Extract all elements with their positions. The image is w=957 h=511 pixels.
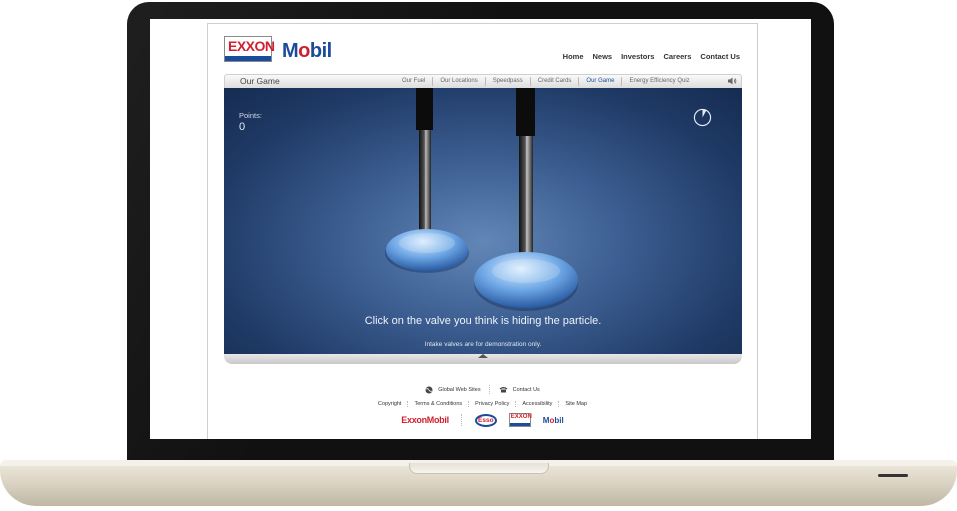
tab-our-game[interactable]: Our Game [578, 77, 621, 86]
top-link-news[interactable]: News [593, 52, 613, 61]
mobil-logo-o: o [298, 40, 310, 62]
top-link-investors[interactable]: Investors [621, 52, 654, 61]
exxon-brand-logo[interactable]: EXXON [508, 413, 532, 427]
exxon-brand-bar [509, 423, 530, 426]
esso-brand-text: Esso [478, 416, 494, 424]
web-page: EXXON Mobil Home News Investors Careers … [207, 23, 758, 439]
speaker-icon[interactable] [728, 77, 737, 85]
footer-link-accessibility[interactable]: Accessibility [515, 401, 558, 407]
tab-our-fuel[interactable]: Our Fuel [395, 77, 432, 86]
global-web-sites-label: Global Web Sites [438, 386, 481, 393]
exxonmobil-logo[interactable]: EXXON Mobil [224, 34, 332, 62]
brand-separator [460, 414, 463, 426]
tab-speedpass[interactable]: Speedpass [484, 77, 530, 86]
valve-left[interactable] [384, 88, 470, 274]
section-tabs: Our Fuel Our Locations Speedpass Credit … [395, 77, 697, 86]
mobil-logo: Mobil [282, 40, 332, 62]
mobil-brand-logo[interactable]: Mobil [543, 416, 564, 425]
game-instruction: Click on the valve you think is hiding t… [364, 315, 602, 327]
footer-link-terms[interactable]: Terms & Conditions [407, 401, 468, 407]
tab-credit-cards[interactable]: Credit Cards [529, 77, 579, 86]
game-area: Points: 0 Click on the valve you think i… [224, 88, 742, 354]
mobil-brand-rest: bil [554, 415, 564, 425]
points-label: Points: [239, 111, 262, 120]
game-disclaimer: Intake valves are for demonstration only… [424, 341, 542, 348]
exxon-logo-text: EXXON [228, 38, 275, 54]
points-value: 0 [239, 121, 246, 133]
footer-brand-logos: ExxonMobil Esso EXXON Mobil [208, 413, 757, 427]
exxon-logo: EXXON [224, 36, 275, 62]
tab-our-locations[interactable]: Our Locations [432, 77, 484, 86]
footer-separator [488, 385, 491, 394]
collapse-arrow-icon[interactable] [478, 354, 488, 358]
section-title: Our Game [240, 76, 280, 86]
tab-energy-efficiency-quiz[interactable]: Energy Efficiency Quiz [621, 77, 696, 86]
game-tray [224, 354, 742, 364]
exxonmobil-brand-logo[interactable]: ExxonMobil [401, 415, 449, 425]
timer-icon [693, 108, 712, 127]
global-web-sites-link[interactable]: Global Web Sites [425, 386, 481, 394]
phone-icon [499, 387, 508, 393]
contact-us-label: Contact Us [512, 386, 540, 393]
exxon-logo-bar [225, 56, 271, 61]
esso-brand-logo[interactable]: Esso [474, 413, 497, 427]
laptop-indicator-light [878, 474, 908, 477]
top-link-home[interactable]: Home [563, 52, 584, 61]
globe-icon [425, 386, 433, 393]
top-link-careers[interactable]: Careers [663, 52, 691, 61]
mobil-logo-rest: bil [309, 40, 332, 62]
footer-link-privacy[interactable]: Privacy Policy [468, 401, 515, 407]
valve-right[interactable] [473, 88, 581, 314]
top-link-contact-us[interactable]: Contact Us [700, 52, 740, 61]
footer-secondary-links: Copyright Terms & Conditions Privacy Pol… [208, 401, 757, 407]
laptop-lid-notch [409, 463, 549, 474]
footer-link-site-map[interactable]: Site Map [558, 401, 593, 407]
contact-us-link[interactable]: Contact Us [499, 386, 540, 393]
footer-link-copyright[interactable]: Copyright [372, 401, 408, 407]
top-navigation: Home News Investors Careers Contact Us [563, 52, 740, 61]
laptop-screen: EXXON Mobil Home News Investors Careers … [150, 19, 811, 439]
section-nav-bar: Our Game Our Fuel Our Locations Speedpas… [224, 74, 742, 89]
footer-primary-links: Global Web Sites Contact Us [208, 385, 757, 394]
exxon-brand-text: EXXON [510, 414, 532, 420]
mobil-logo-m: M [282, 40, 299, 62]
